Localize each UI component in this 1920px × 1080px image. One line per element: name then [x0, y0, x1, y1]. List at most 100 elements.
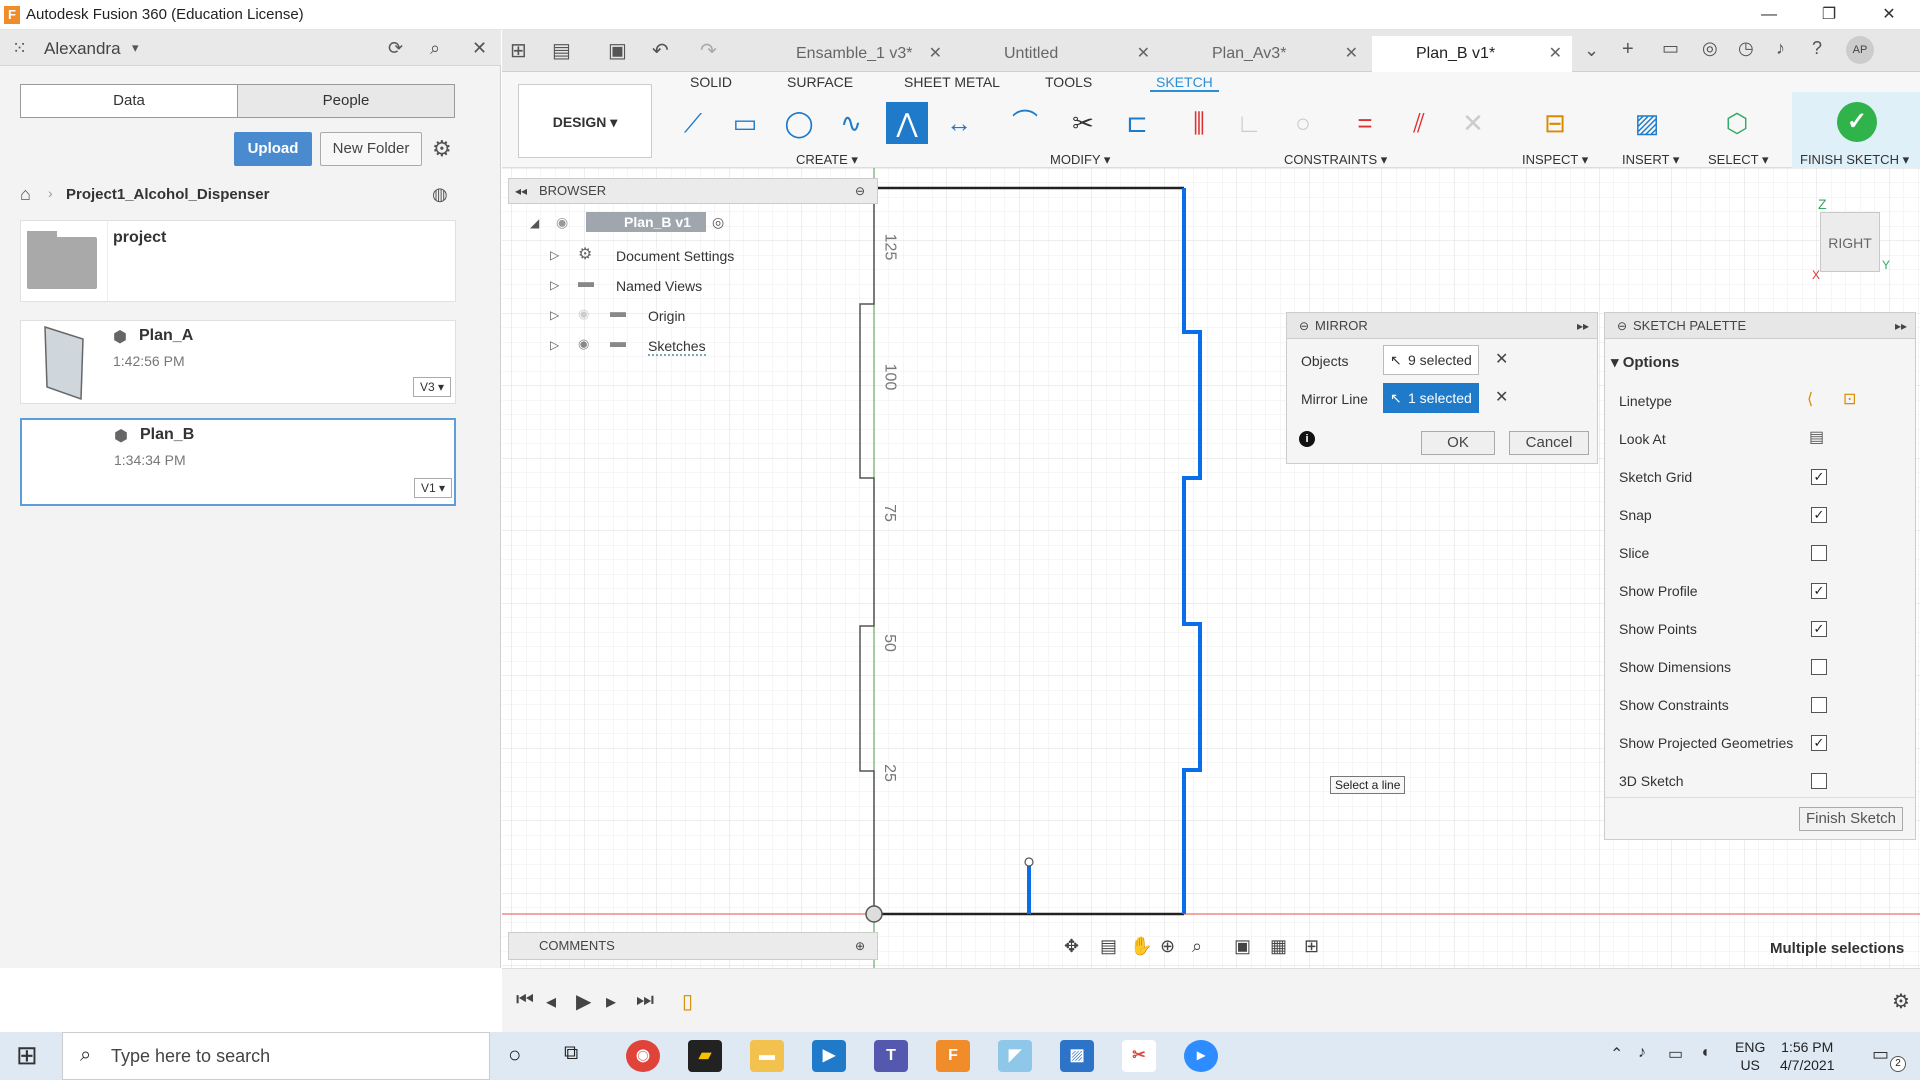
options-section-toggle[interactable]: ▾ Options	[1611, 353, 1679, 371]
user-name[interactable]: Alexandra	[44, 39, 121, 59]
go-to-start-icon[interactable]: ⏮	[516, 989, 534, 1012]
look-at-icon[interactable]: ▤	[1100, 936, 1117, 957]
modify-menu[interactable]: MODIFY ▾	[1050, 152, 1110, 168]
step-forward-icon[interactable]: ▸	[606, 989, 616, 1014]
dialog-collapse-icon[interactable]: ⊖	[1299, 313, 1309, 339]
play-icon[interactable]: ▶	[576, 989, 591, 1014]
view-cube[interactable]: RIGHT	[1820, 212, 1880, 272]
activate-radio-icon[interactable]: ◎	[712, 214, 724, 231]
measure-tool-icon[interactable]: ⊟	[1534, 102, 1576, 144]
timeline-sketch-marker-icon[interactable]: ▯	[682, 989, 693, 1014]
fix-constraint-icon[interactable]: ✕	[1452, 102, 1494, 144]
fusion-taskbar-icon[interactable]: F	[936, 1040, 970, 1072]
finish-sketch-button[interactable]: Finish Sketch	[1799, 807, 1903, 831]
list-item[interactable]: ⬢ Plan_B 1:34:34 PM V1 ▾	[20, 418, 456, 506]
tab-sketch[interactable]: SKETCH	[1150, 74, 1219, 92]
spline-tool-icon[interactable]: ∿	[830, 102, 872, 144]
battery-icon[interactable]: ▭	[1668, 1044, 1683, 1064]
zoom-window-icon[interactable]: ⌕	[1192, 936, 1202, 957]
expand-triangle-icon[interactable]: ▷	[550, 248, 559, 262]
tab-data[interactable]: Data	[21, 85, 237, 117]
collapse-panel-icon[interactable]: ◂◂	[515, 179, 527, 203]
close-tab-icon[interactable]: ✕	[1137, 36, 1150, 72]
globe-icon[interactable]: ◍	[432, 184, 448, 205]
new-folder-button[interactable]: New Folder	[320, 132, 422, 166]
expand-triangle-icon[interactable]: ▷	[550, 308, 559, 322]
tab-solid[interactable]: SOLID	[690, 74, 732, 90]
mirror-dialog-header[interactable]: ⊖ MIRROR ▸▸	[1287, 313, 1597, 339]
teams-icon[interactable]: T	[874, 1040, 908, 1072]
pan-icon[interactable]: ✋	[1130, 936, 1152, 957]
go-to-end-icon[interactable]: ⏭	[636, 989, 654, 1012]
select-menu[interactable]: SELECT ▾	[1708, 152, 1768, 168]
finish-sketch-menu[interactable]: FINISH SKETCH ▾	[1800, 152, 1909, 168]
insert-menu[interactable]: INSERT ▾	[1622, 152, 1679, 168]
expand-triangle-icon[interactable]: ▷	[550, 338, 559, 352]
browser-item-document-settings[interactable]: Document Settings	[616, 248, 734, 264]
eye-icon[interactable]: ◉	[578, 336, 589, 352]
expand-dialog-icon[interactable]: ▸▸	[1577, 313, 1589, 339]
home-icon[interactable]: ⌂	[20, 184, 31, 205]
apps-grid-icon[interactable]: ⁙	[12, 38, 27, 59]
file-explorer-icon[interactable]: ▬	[750, 1040, 784, 1072]
upload-button[interactable]: Upload	[234, 132, 312, 166]
sticky-app-icon[interactable]: ▰	[688, 1040, 722, 1072]
clear-objects-icon[interactable]: ✕	[1495, 349, 1508, 369]
circle-tool-icon[interactable]: ◯	[778, 102, 820, 144]
app-icon[interactable]: ◤	[998, 1040, 1032, 1072]
step-back-icon[interactable]: ◂	[546, 989, 556, 1014]
search-icon[interactable]: ⌕	[430, 38, 440, 59]
close-window-button[interactable]: ✕	[1860, 0, 1918, 30]
look-at-icon[interactable]: ▤	[1809, 427, 1824, 447]
constraints-menu[interactable]: CONSTRAINTS ▾	[1284, 152, 1387, 168]
collapse-triangle-icon[interactable]: ◢	[530, 216, 539, 230]
snipping-tool-icon[interactable]: ✂	[1122, 1040, 1156, 1072]
volume-icon[interactable]: ♪	[1638, 1044, 1646, 1062]
undo-icon[interactable]: ↶	[652, 38, 669, 63]
task-view-icon[interactable]: ⧉	[564, 1042, 578, 1065]
add-comment-icon[interactable]: ⊕	[855, 933, 865, 959]
tab-plan-b[interactable]: Plan_B v1* ✕	[1372, 36, 1572, 72]
viewports-icon[interactable]: ⊞	[1304, 936, 1319, 957]
notifications-icon[interactable]: ♪	[1776, 38, 1785, 59]
perpendicular-constraint-icon[interactable]: ∟	[1228, 102, 1270, 144]
file-icon[interactable]: ▤	[552, 38, 571, 63]
objects-selection[interactable]: ↖ 9 selected	[1383, 345, 1479, 375]
orbit-icon[interactable]: ✥	[1064, 936, 1079, 957]
list-item[interactable]: project	[20, 220, 456, 302]
workspace-dropdown[interactable]: DESIGN ▾	[518, 84, 652, 158]
avatar[interactable]: AP	[1846, 36, 1874, 64]
3d-sketch-checkbox[interactable]	[1811, 773, 1827, 789]
taskbar-search-input[interactable]: Type here to search	[62, 1032, 490, 1080]
display-settings-icon[interactable]: ▣	[1234, 936, 1251, 957]
action-center-icon[interactable]: ▭	[1872, 1044, 1889, 1065]
cortana-icon[interactable]: ○	[508, 1042, 521, 1068]
extensions-icon[interactable]: ◎	[1702, 38, 1718, 59]
cancel-button[interactable]: Cancel	[1509, 431, 1589, 455]
coincident-constraint-icon[interactable]: ⫼	[1178, 102, 1220, 144]
tab-surface[interactable]: SURFACE	[787, 74, 853, 90]
inspect-menu[interactable]: INSPECT ▾	[1522, 152, 1588, 168]
mirror-line-selection[interactable]: ↖ 1 selected	[1383, 383, 1479, 413]
job-status-icon[interactable]: ◷	[1738, 38, 1754, 59]
show-projected-geometries-checkbox[interactable]: ✓	[1811, 735, 1827, 751]
tab-ensamble[interactable]: Ensamble_1 v3* ✕	[752, 36, 952, 72]
sketch-palette-header[interactable]: ⊖ SKETCH PALETTE ▸▸	[1605, 313, 1915, 339]
close-tab-icon[interactable]: ✕	[1549, 36, 1562, 72]
hidden-eye-icon[interactable]: ◉	[578, 306, 589, 322]
photos-icon[interactable]: ▨	[1060, 1040, 1094, 1072]
version-dropdown[interactable]: V1 ▾	[414, 478, 452, 498]
windows-start-icon[interactable]: ⊞	[16, 1040, 38, 1071]
eye-icon[interactable]: ◉	[556, 214, 568, 231]
tab-tools[interactable]: TOOLS	[1045, 74, 1092, 90]
tab-sheet-metal[interactable]: SHEET METAL	[904, 74, 1000, 90]
tab-untitled[interactable]: Untitled ✕	[960, 36, 1160, 72]
construction-linetype-icon[interactable]: ⟨	[1807, 389, 1813, 409]
line-tool-icon[interactable]: ⟋	[672, 102, 714, 144]
info-icon[interactable]: i	[1299, 431, 1315, 447]
network-icon[interactable]: ◖	[1700, 1044, 1710, 1062]
minus-icon[interactable]: ⊖	[855, 179, 865, 203]
expand-triangle-icon[interactable]: ▷	[550, 278, 559, 292]
close-panel-icon[interactable]: ✕	[472, 38, 487, 59]
chat-icon[interactable]: ▭	[1662, 38, 1679, 59]
